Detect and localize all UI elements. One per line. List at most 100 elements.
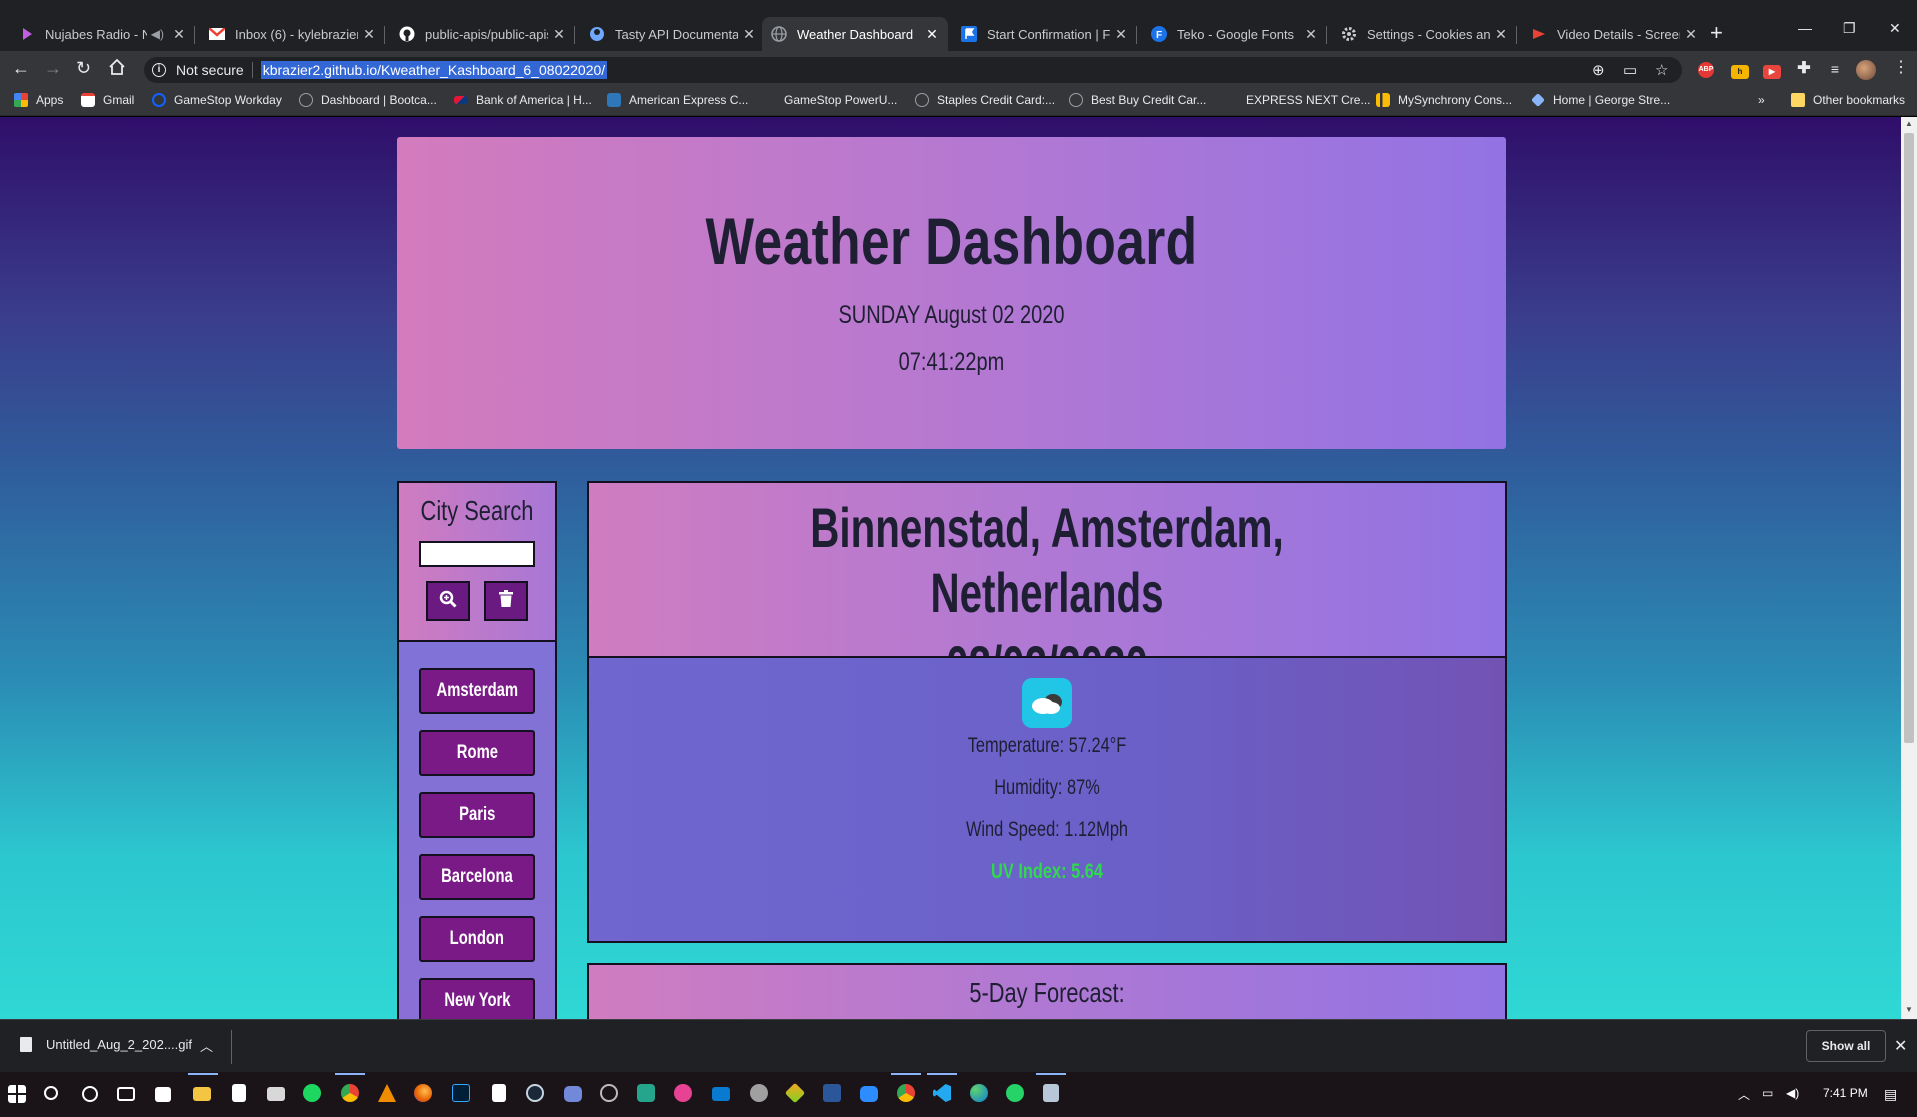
info-icon[interactable]: i (152, 63, 166, 77)
close-tab-icon[interactable]: ✕ (1304, 26, 1318, 43)
spotify-icon[interactable] (303, 1084, 321, 1102)
close-tab-icon[interactable]: ✕ (172, 26, 186, 43)
vlc-icon[interactable] (378, 1084, 396, 1102)
chevron-up-icon[interactable]: ︿ (200, 1036, 213, 1055)
bookmark-american-express[interactable]: American Express C... (607, 93, 748, 107)
close-window-icon[interactable]: ✕ (1889, 20, 1901, 37)
task-view-icon[interactable] (117, 1087, 135, 1101)
bookmark-star-icon[interactable]: ☆ (1655, 61, 1668, 79)
word-icon[interactable] (823, 1084, 841, 1102)
honey-icon[interactable]: h (1731, 65, 1749, 79)
show-all-button[interactable]: Show all (1806, 1030, 1886, 1062)
city-search-input[interactable] (419, 541, 535, 567)
edge-icon[interactable] (970, 1084, 988, 1102)
bookmark-gmail[interactable]: Gmail (81, 93, 134, 107)
bookmark-apps[interactable]: Apps (14, 93, 63, 107)
page-scrollbar[interactable]: ▲ ▼ (1901, 117, 1917, 1019)
playlist-icon[interactable]: ≡ (1826, 62, 1844, 76)
close-shelf-icon[interactable]: ✕ (1894, 1036, 1907, 1056)
notes-icon[interactable] (492, 1084, 506, 1102)
extensions-icon[interactable]: ✚ (1795, 61, 1813, 77)
tray-overflow-icon[interactable]: ︿ (1738, 1086, 1750, 1103)
discord-icon[interactable] (564, 1086, 582, 1102)
close-tab-icon[interactable]: ✕ (1494, 26, 1508, 43)
bookmark-mysynchrony[interactable]: MySynchrony Cons... (1376, 93, 1512, 107)
bookmark-bank-of-america[interactable]: Bank of America | H... (454, 93, 592, 107)
photoshop-icon[interactable] (452, 1084, 470, 1102)
speaker-icon[interactable]: ◀) (151, 27, 164, 41)
download-item[interactable]: Untitled_Aug_2_202....gif (20, 1037, 192, 1052)
reload-icon[interactable]: ↻ (76, 58, 91, 78)
unity-icon[interactable] (600, 1084, 618, 1102)
tool-icon[interactable] (784, 1082, 806, 1104)
photos-icon[interactable] (267, 1087, 285, 1101)
whatsapp-icon[interactable] (1006, 1084, 1024, 1102)
tab-start-confirmation[interactable]: Start Confirmation | Fo ✕ (952, 17, 1137, 51)
close-tab-icon[interactable]: ✕ (362, 26, 376, 43)
menu-icon[interactable]: ⋮ (1893, 58, 1909, 78)
zoom-icon[interactable] (860, 1086, 878, 1102)
city-button-london[interactable]: London (419, 916, 535, 962)
vscode-icon[interactable] (933, 1084, 951, 1102)
city-button-paris[interactable]: Paris (419, 792, 535, 838)
city-button-new-york[interactable]: New York (419, 978, 535, 1019)
avatar[interactable] (1856, 60, 1876, 80)
close-tab-icon[interactable]: ✕ (552, 26, 566, 43)
bookmark-dashboard-bootcamp[interactable]: Dashboard | Bootca... (299, 93, 437, 107)
bookmark-staples-credit[interactable]: Staples Credit Card:... (915, 93, 1055, 107)
tab-settings-cookies[interactable]: Settings - Cookies and ✕ (1332, 17, 1517, 51)
cortana-icon[interactable] (82, 1086, 98, 1102)
mail-icon[interactable] (712, 1087, 730, 1101)
steam-icon[interactable] (526, 1084, 544, 1102)
bookmark-express-next[interactable]: EXPRESS NEXT Cre... (1224, 93, 1370, 107)
media-app-icon[interactable] (674, 1084, 692, 1102)
firefox-icon[interactable] (414, 1084, 432, 1102)
scrollbar-thumb[interactable] (1904, 133, 1914, 743)
home-icon[interactable] (108, 58, 126, 79)
scroll-up-icon[interactable]: ▲ (1905, 119, 1913, 128)
chat-app-icon[interactable] (637, 1084, 655, 1102)
new-tab-icon[interactable]: + (1710, 22, 1723, 44)
city-button-amsterdam[interactable]: Amsterdam (419, 668, 535, 714)
taskbar-clock[interactable]: 7:41 PM (1823, 1086, 1868, 1100)
tab-nujabes[interactable]: Nujabes Radio - N ◀) ✕ (10, 17, 195, 51)
minimize-icon[interactable]: — (1798, 20, 1812, 36)
close-tab-icon[interactable]: ✕ (1684, 26, 1698, 43)
notepad-icon[interactable] (232, 1084, 246, 1102)
bookmark-best-buy-credit[interactable]: Best Buy Credit Car... (1069, 93, 1206, 107)
cast-icon[interactable]: ▭ (1623, 61, 1637, 79)
calculator-icon[interactable] (1043, 1084, 1059, 1102)
bookmark-gamestop-poweru[interactable]: GameStop PowerU... (762, 93, 897, 107)
restore-icon[interactable]: ❐ (1843, 20, 1856, 37)
url-text[interactable]: kbrazier2.github.io/Kweather_Kashboard_6… (260, 61, 608, 79)
other-bookmarks[interactable]: Other bookmarks (1791, 93, 1905, 107)
tab-teko-google-fonts[interactable]: F Teko - Google Fonts ✕ (1142, 17, 1327, 51)
volume-icon[interactable]: ◀) (1786, 1086, 1799, 1100)
tab-video-details[interactable]: Video Details - Screenc ✕ (1522, 17, 1707, 51)
security-label[interactable]: Not secure (176, 62, 244, 78)
tab-gmail[interactable]: Inbox (6) - kylebrazier@ ✕ (200, 17, 385, 51)
bookmarks-overflow-icon[interactable]: » (1758, 93, 1765, 107)
back-icon[interactable]: ← (12, 58, 30, 78)
chrome-profile-icon[interactable] (897, 1084, 915, 1102)
adblock-icon[interactable]: ABP (1698, 62, 1714, 78)
network-icon[interactable]: ▭ (1762, 1086, 1773, 1100)
screencast-icon[interactable]: ▶ (1763, 65, 1781, 79)
location-icon[interactable]: ⊕ (1592, 61, 1605, 79)
tab-weather-dashboard[interactable]: Weather Dashboard ✕ (762, 17, 948, 51)
address-bar[interactable]: i Not secure kbrazier2.github.io/Kweathe… (144, 57, 1682, 83)
close-tab-icon[interactable]: ✕ (925, 26, 939, 43)
search-button[interactable] (426, 581, 470, 621)
forward-icon[interactable]: → (44, 58, 62, 78)
search-icon[interactable] (44, 1086, 58, 1100)
chrome-icon[interactable] (341, 1084, 359, 1102)
file-explorer-icon[interactable] (193, 1087, 211, 1101)
store-icon[interactable] (155, 1087, 171, 1102)
bookmark-george-street[interactable]: Home | George Stre... (1531, 93, 1670, 107)
close-tab-icon[interactable]: ✕ (1114, 26, 1128, 43)
city-button-barcelona[interactable]: Barcelona (419, 854, 535, 900)
notifications-icon[interactable]: ▤ (1884, 1086, 1897, 1103)
clear-history-button[interactable] (484, 581, 528, 621)
game-icon[interactable] (750, 1084, 768, 1102)
city-button-rome[interactable]: Rome (419, 730, 535, 776)
